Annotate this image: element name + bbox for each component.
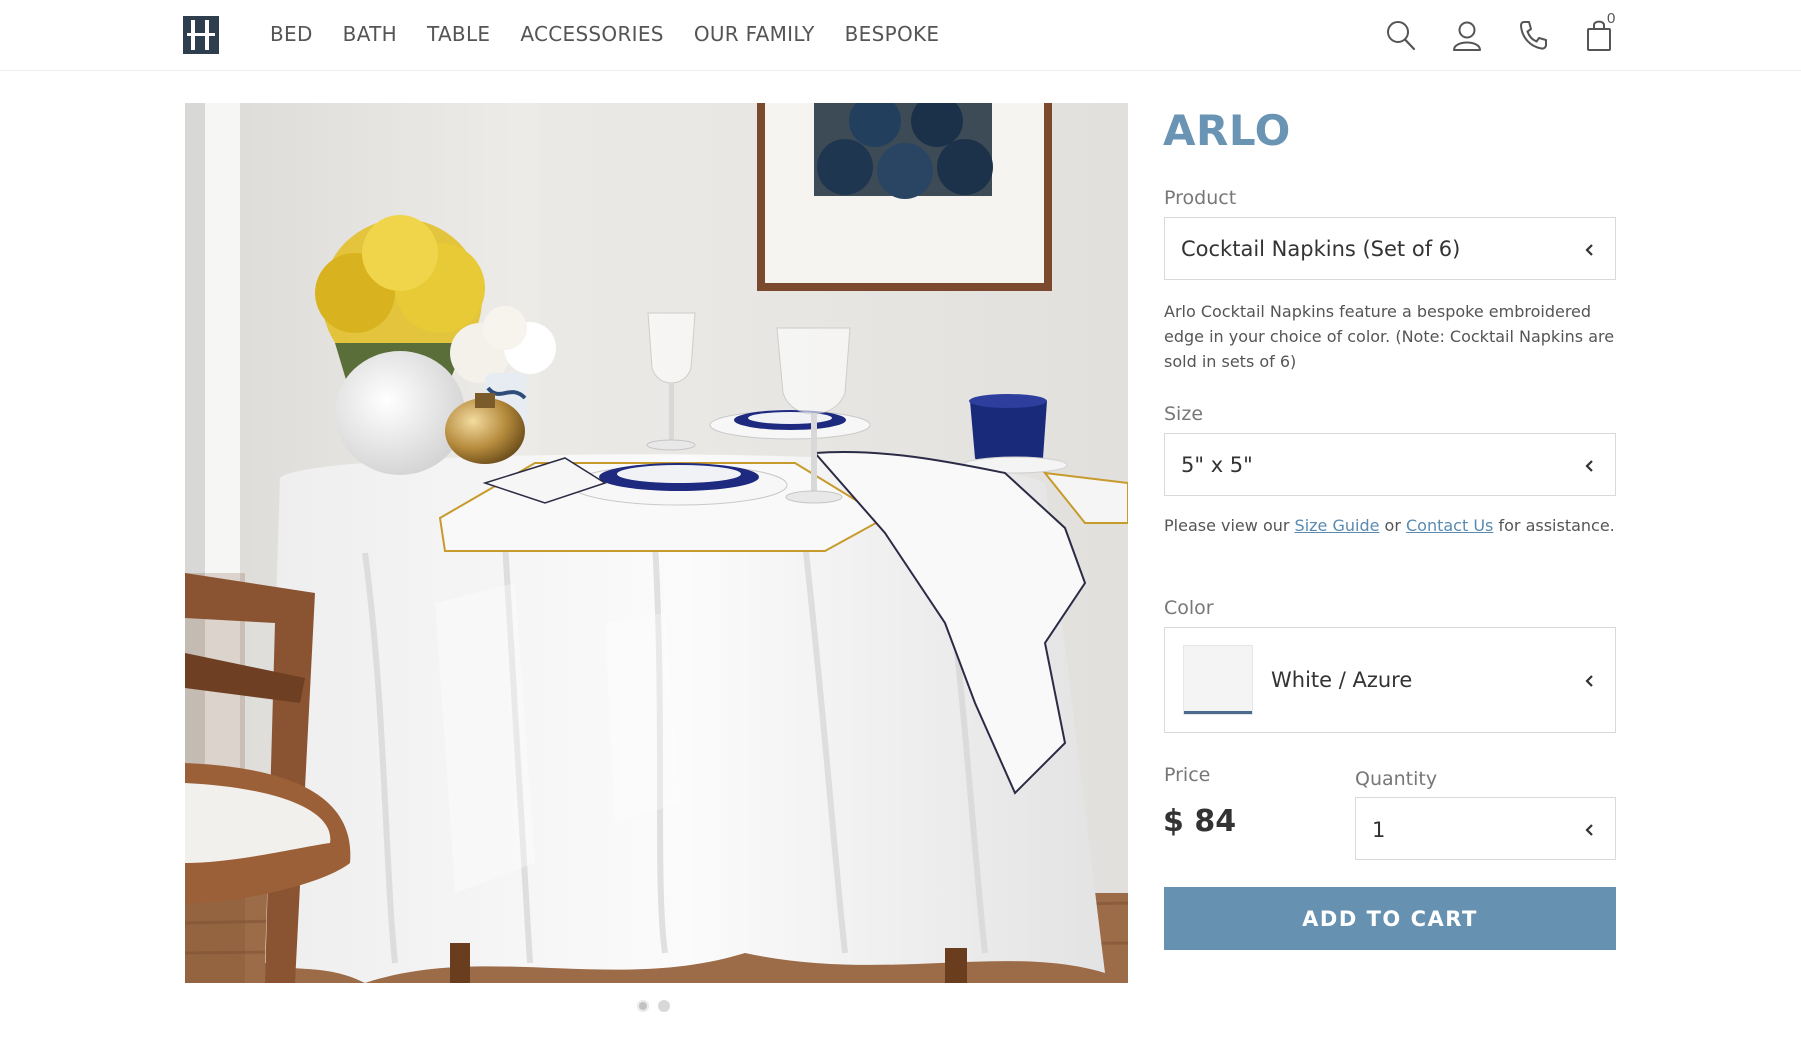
size-guide-link[interactable]: Size Guide bbox=[1295, 516, 1380, 535]
chevron-left-icon bbox=[1583, 674, 1597, 688]
nav-our-family[interactable]: OUR FAMILY bbox=[694, 20, 815, 48]
gallery-dot-1[interactable] bbox=[637, 1000, 649, 1012]
nav-bath[interactable]: BATH bbox=[343, 20, 397, 48]
quantity-label: Quantity bbox=[1355, 768, 1438, 790]
table-setting-photo bbox=[185, 103, 1128, 983]
product-select-value: Cocktail Napkins (Set of 6) bbox=[1181, 237, 1461, 261]
color-select-value: White / Azure bbox=[1271, 668, 1413, 692]
price-label: Price bbox=[1164, 764, 1211, 786]
main-nav: BED BATH TABLE ACCESSORIES OUR FAMILY BE… bbox=[270, 20, 939, 48]
gallery-dot-2[interactable] bbox=[658, 1000, 670, 1012]
gallery-dots bbox=[637, 1000, 670, 1012]
brand-logo[interactable] bbox=[183, 16, 219, 54]
color-select[interactable]: White / Azure bbox=[1164, 627, 1616, 733]
size-help-text: Please view our Size Guide or Contact Us… bbox=[1164, 516, 1615, 535]
product-label: Product bbox=[1164, 187, 1237, 209]
size-select[interactable]: 5" x 5" bbox=[1164, 433, 1616, 496]
size-label: Size bbox=[1164, 403, 1204, 425]
product-select[interactable]: Cocktail Napkins (Set of 6) bbox=[1164, 217, 1616, 280]
size-select-value: 5" x 5" bbox=[1181, 453, 1253, 477]
help-prefix: Please view our bbox=[1164, 516, 1295, 535]
product-image[interactable] bbox=[185, 103, 1128, 983]
quantity-select-value: 1 bbox=[1372, 818, 1386, 842]
chevron-left-icon bbox=[1583, 459, 1597, 473]
nav-table[interactable]: TABLE bbox=[427, 20, 490, 48]
price-value: $ 84 bbox=[1163, 804, 1237, 839]
help-mid: or bbox=[1379, 516, 1406, 535]
product-description: Arlo Cocktail Napkins feature a bespoke … bbox=[1164, 302, 1615, 371]
contact-us-link[interactable]: Contact Us bbox=[1406, 516, 1493, 535]
quantity-select[interactable]: 1 bbox=[1355, 797, 1616, 860]
nav-bed[interactable]: BED bbox=[270, 20, 313, 48]
phone-icon[interactable] bbox=[1517, 18, 1549, 52]
add-to-cart-button[interactable]: ADD TO CART bbox=[1164, 887, 1616, 950]
cart-count-badge: 0 bbox=[1607, 10, 1616, 27]
nav-accessories[interactable]: ACCESSORIES bbox=[520, 20, 663, 48]
help-suffix: for assistance. bbox=[1493, 516, 1615, 535]
search-icon[interactable] bbox=[1385, 18, 1417, 52]
chevron-left-icon bbox=[1583, 243, 1597, 257]
product-title: ARLO bbox=[1163, 106, 1291, 155]
nav-bespoke[interactable]: BESPOKE bbox=[845, 20, 940, 48]
account-icon[interactable] bbox=[1451, 18, 1483, 52]
color-swatch bbox=[1183, 645, 1253, 715]
site-header: BED BATH TABLE ACCESSORIES OUR FAMILY BE… bbox=[0, 0, 1801, 71]
chevron-left-icon bbox=[1583, 823, 1597, 837]
color-label: Color bbox=[1164, 597, 1214, 619]
header-icons bbox=[1385, 18, 1615, 52]
